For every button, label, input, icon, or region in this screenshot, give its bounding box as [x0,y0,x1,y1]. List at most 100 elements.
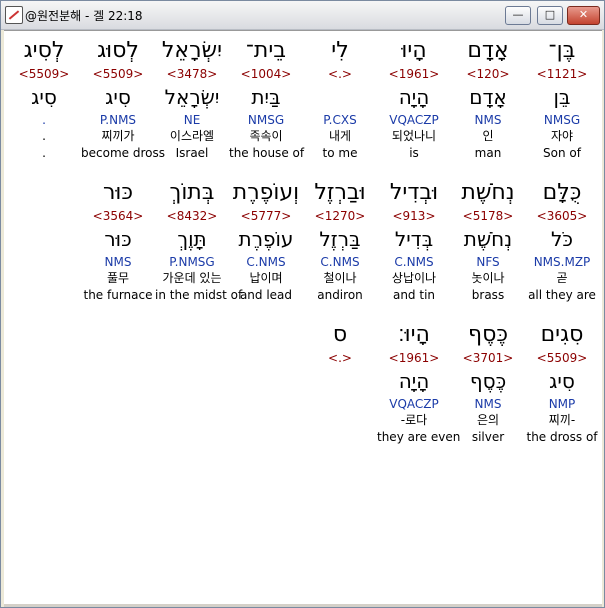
word-token[interactable]: וּבַרְזֶל <1270> בַּרְזֶל C.NMS 철이나 andiron [303,178,377,303]
strong-number[interactable]: <913> [377,208,451,224]
strong-number[interactable]: <1961> [377,66,451,82]
strong-number[interactable]: <3605> [525,208,599,224]
title-bar[interactable]: @원전분해 - 겔 22:18 — □ ✕ [1,1,604,30]
hebrew-word: נְחֹשֶׁת [461,180,515,205]
morph-code: C.NMS [394,255,434,269]
hebrew-word: בֶּן־ [548,38,576,63]
word-token[interactable]: בֵית־ <1004> בַּיִת NMSG 족속이 the house of [229,36,304,161]
hebrew-word: בֵית־ [245,38,287,63]
lemma-word: בֵּן [553,85,571,109]
morph-code: NE [183,113,201,127]
english-gloss: become dross [81,146,165,160]
word-token[interactable]: לְסִיג <5509> סִיג... [7,36,81,161]
hebrew-word: סִגִים [540,322,584,347]
word-token[interactable]: לִי <.> P.CXS 내게 to me [303,36,377,161]
english-gloss: Son of [543,146,581,160]
morph-code: C.NMS [246,255,286,269]
morph-code: VQACZP [389,397,439,411]
morph-code: P.NMS [99,113,137,127]
lemma-word: כֹּל [551,227,573,251]
english-gloss: and tin [392,288,436,302]
english-gloss: brass [471,288,505,302]
hebrew-word: הָיוּ׃ [398,322,430,347]
hebrew-word: יִשְׂרָאֵל [161,38,223,63]
lemma-word: נְחֹשֶׁת [463,227,513,251]
strong-number[interactable]: <3701> [451,350,525,366]
strong-number[interactable]: <.> [303,350,377,366]
strong-number[interactable]: <8432> [155,208,229,224]
strong-number[interactable]: <5509> [7,66,81,82]
word-token[interactable]: בְּתוֹךְ <8432> תָּוֶךְ P.NMSG 가운데 있는 in the … [155,178,242,303]
strong-number[interactable]: <5509> [525,350,599,366]
lemma-word: הָיָה [398,369,430,393]
strong-number[interactable]: <3478> [155,66,229,82]
korean-gloss: 족속이 [249,129,283,143]
word-token[interactable]: יִשְׂרָאֵל <3478> יִשְׂרָאֵל NE 이스라엘 Israel [155,36,229,161]
morph-code: VQACZP [389,113,439,127]
english-gloss [303,429,377,445]
morph-code: NMS.MZP [533,255,591,269]
word-token[interactable]: נְחֹשֶׁת <5178> נְחֹשֶׁת NFS 놋이나 brass [451,178,525,303]
strong-number[interactable]: <5509> [81,66,155,82]
lemma-word: סִיג [549,369,575,393]
english-gloss: to me [322,146,358,160]
strong-number[interactable]: <3564> [81,208,155,224]
lemma-word: בְּדִיל [394,227,434,251]
strong-number[interactable]: <1961> [377,350,451,366]
minimize-button[interactable]: — [505,6,531,25]
english-gloss: all they are [528,288,596,302]
hebrew-word: לִי [331,38,349,63]
word-token[interactable]: כֶּסֶף <3701> כֶּסֶף NMS 은의 silver [451,320,525,445]
word-token[interactable]: אָדָם <120> אָדָם NMS 인 man [451,36,525,161]
morph-code: P.NMSG [169,255,215,269]
lemma-word: בַּיִת [251,85,281,109]
word-token[interactable]: בֶּן־ <1121> בֵּן NMSG 자야 Son of [525,36,599,161]
morph-code: . [42,113,46,127]
word-token[interactable]: כֻּלָּם <3605> כֹּל NMS.MZP 곧 all they are [525,178,599,303]
hebrew-word: הָיוּ [401,38,427,63]
hebrew-word: וּבַרְזֶל [314,180,366,205]
word-token[interactable]: הָיוּ׃ <1961> הָיָה VQACZP -로다 they are even [377,320,460,445]
korean-gloss: 철이나 [323,271,357,285]
lemma-word: אָדָם [469,85,507,109]
lemma-word: בַּרְזֶל [319,227,361,251]
lemma-word: סִיג [105,85,131,109]
app-icon[interactable] [5,6,23,24]
korean-gloss: 가운데 있는 [162,271,222,285]
window-bottom-border [4,604,602,607]
english-gloss: Israel [175,146,209,160]
strong-number[interactable]: <1270> [303,208,377,224]
strong-number[interactable]: <.> [303,66,377,82]
morph-code: C.NMS [320,255,360,269]
english-gloss: the furnace [83,288,153,302]
english-gloss: silver [471,430,505,444]
korean-gloss: 풀무 [106,271,130,285]
strong-number[interactable]: <1004> [229,66,303,82]
strong-number[interactable]: <5777> [229,208,303,224]
korean-gloss: 찌끼- [548,413,576,427]
morph-code: NFS [476,255,500,269]
close-button[interactable]: ✕ [567,6,600,25]
lemma-word [303,366,377,396]
word-token[interactable]: וּבְדִיל <913> בְּדִיל C.NMS 상납이나 and tin [377,178,451,303]
word-token[interactable]: לְסוּג <5509> סִיג P.NMS 찌끼가 become dross [81,36,165,161]
lemma-word: יִשְׂרָאֵל [164,85,220,109]
morph-code: P.CXS [323,113,357,127]
word-token[interactable]: ס <.> [303,320,377,445]
morph-code: NMS [104,255,132,269]
english-gloss: the dross of [526,430,598,444]
word-token[interactable]: וְעוֹפֶרֶת <5777> עוֹפֶרֶת C.NMS 납이며 and lead [229,178,303,303]
strong-number[interactable]: <1121> [525,66,599,82]
word-token[interactable]: הָיוּ <1961> הָיָה VQACZP 되었나니 is [377,36,451,161]
korean-gloss: 은의 [476,413,500,427]
strong-number[interactable]: <120> [451,66,525,82]
korean-gloss: 자야 [550,129,574,143]
strong-number[interactable]: <5178> [451,208,525,224]
verse-container: בֶּן־ <1121> בֵּן NMSG 자야 Son of אָדָם <120> אָד… [9,36,599,476]
word-token[interactable]: סִגִים <5509> סִיג NMP 찌끼-the dross of [525,320,599,445]
interlinear-view[interactable]: בֶּן־ <1121> בֵּן NMSG 자야 Son of אָדָם <120> אָד… [4,30,602,605]
english-gloss: is [409,146,419,160]
hebrew-word: בְּתוֹךְ [169,180,215,205]
maximize-button[interactable]: □ [537,6,563,25]
word-token[interactable]: כּוּר <3564> כּוּר NMS 풀무 the furnace [81,178,155,303]
